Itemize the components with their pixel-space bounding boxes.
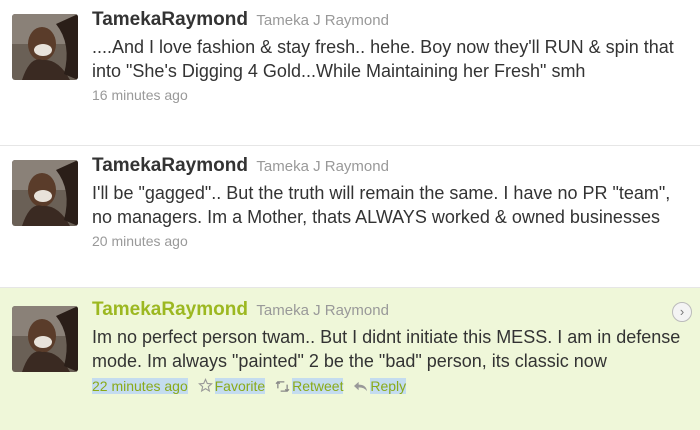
screen-name-link[interactable]: TamekaRaymond: [92, 155, 248, 176]
tweet-text: Im no perfect person twam.. But I didnt …: [92, 327, 681, 371]
timestamp-link[interactable]: 16 minutes ago: [92, 87, 188, 103]
full-name: Tameka J Raymond: [256, 302, 389, 319]
reply-label: Reply: [370, 378, 407, 394]
expand-tweet-button[interactable]: ›: [672, 302, 692, 322]
tweet-item[interactable]: TamekaRaymond Tameka J Raymond ....And I…: [0, 0, 700, 146]
tweet-text: ....And I love fashion & stay fresh.. he…: [92, 37, 674, 81]
tweet-timeline: TamekaRaymond Tameka J Raymond ....And I…: [0, 0, 700, 430]
tweet-item-highlighted[interactable]: TamekaRaymond Tameka J Raymond Im no per…: [0, 288, 700, 430]
star-icon: [197, 378, 213, 396]
tweet-header: TamekaRaymond Tameka J Raymond: [92, 155, 682, 179]
reply-arrow-icon: [353, 380, 368, 396]
favorite-button[interactable]: Favorite: [197, 378, 266, 396]
avatar[interactable]: [12, 306, 78, 372]
retweet-icon: [275, 380, 290, 396]
screen-name-link[interactable]: TamekaRaymond: [92, 299, 248, 320]
tweet-actions: 22 minutes ago Favorite Retweet Reply: [92, 378, 682, 398]
timestamp-link[interactable]: 20 minutes ago: [92, 233, 188, 249]
retweet-label: Retweet: [292, 378, 344, 394]
tweet-header: TamekaRaymond Tameka J Raymond: [92, 299, 682, 323]
avatar[interactable]: [12, 14, 78, 80]
screen-name-link[interactable]: TamekaRaymond: [92, 9, 248, 30]
tweet-content: TamekaRaymond Tameka J Raymond I'll be "…: [92, 155, 682, 253]
reply-button[interactable]: Reply: [353, 378, 407, 396]
retweet-button[interactable]: Retweet: [275, 378, 344, 396]
avatar[interactable]: [12, 160, 78, 226]
tweet-content: TamekaRaymond Tameka J Raymond Im no per…: [92, 299, 682, 398]
tweet-header: TamekaRaymond Tameka J Raymond: [92, 9, 682, 33]
tweet-meta: 16 minutes ago: [92, 87, 682, 107]
full-name: Tameka J Raymond: [256, 158, 389, 175]
full-name: Tameka J Raymond: [256, 12, 389, 29]
tweet-item[interactable]: TamekaRaymond Tameka J Raymond I'll be "…: [0, 146, 700, 288]
timestamp-link[interactable]: 22 minutes ago: [92, 378, 188, 394]
tweet-text: I'll be "gagged".. But the truth will re…: [92, 183, 671, 227]
tweet-meta: 20 minutes ago: [92, 233, 682, 253]
favorite-label: Favorite: [214, 378, 266, 394]
tweet-content: TamekaRaymond Tameka J Raymond ....And I…: [92, 9, 682, 107]
chevron-right-icon: ›: [679, 304, 685, 319]
